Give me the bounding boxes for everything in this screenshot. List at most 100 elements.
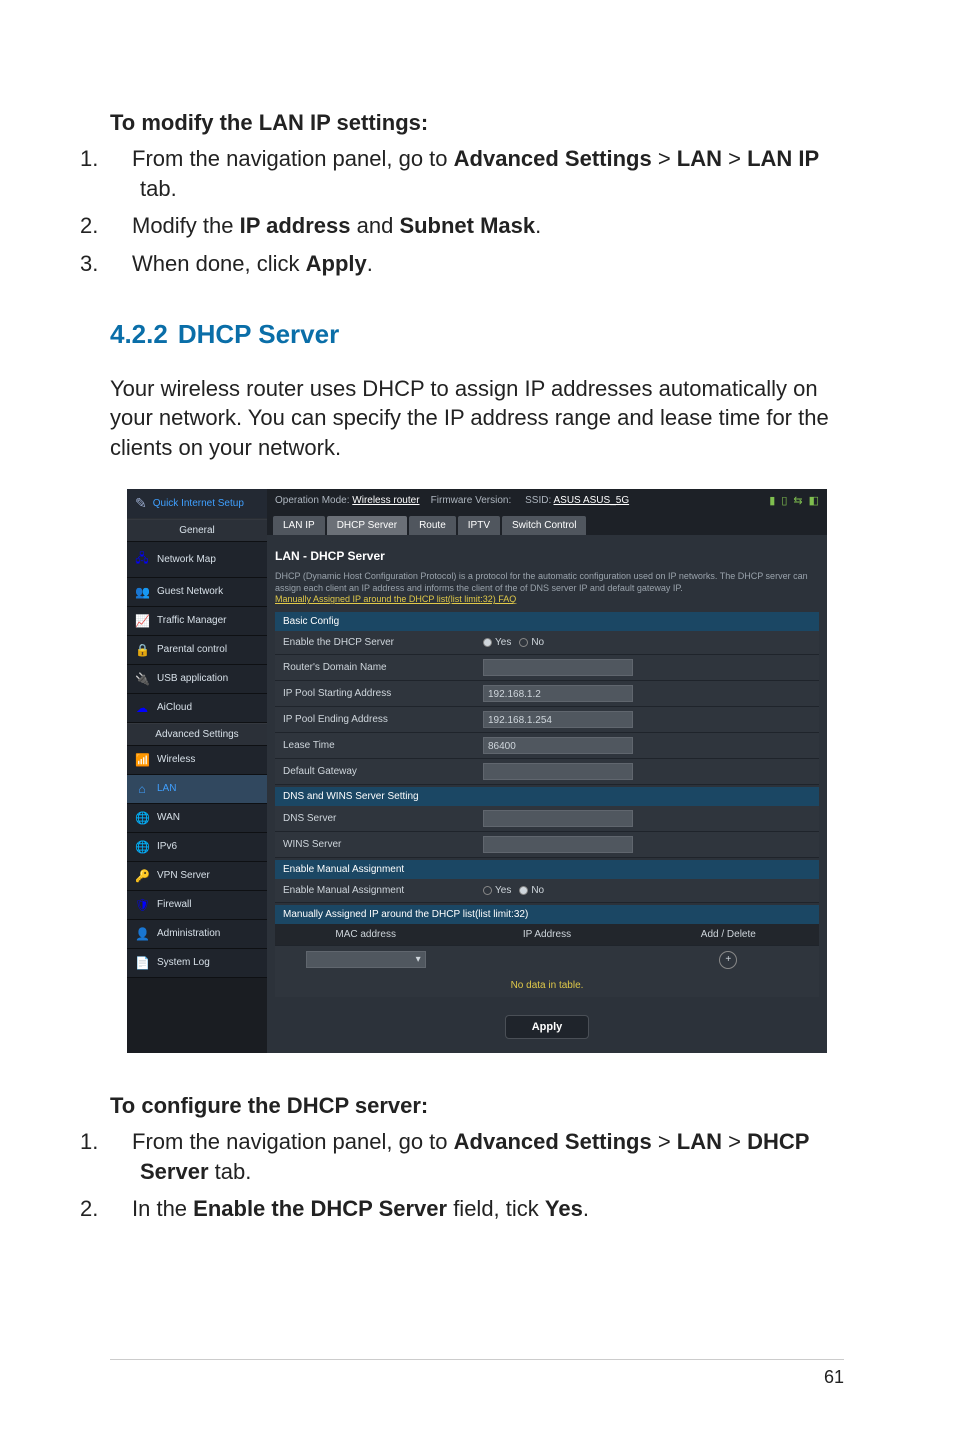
sidebar-label: Wireless	[157, 754, 195, 765]
row-label: IP Pool Ending Address	[275, 708, 475, 731]
sidebar-label: AiCloud	[157, 702, 192, 713]
desc-text: DHCP (Dynamic Host Configuration Protoco…	[275, 571, 808, 593]
radio-dot	[483, 886, 492, 895]
step-text: tab.	[209, 1159, 252, 1184]
table-columns: MAC address IP Address Add / Delete	[275, 924, 819, 945]
network-icon[interactable]: ⇆	[793, 494, 802, 507]
sidebar-icon: 🛡	[135, 898, 149, 912]
sidebar-item[interactable]: ☁AiCloud	[127, 694, 267, 723]
panel: LAN - DHCP Server DHCP (Dynamic Host Con…	[267, 535, 827, 1005]
sidebar-label: Network Map	[157, 554, 216, 565]
sidebar-label: Administration	[157, 928, 220, 939]
radio-dot	[519, 886, 528, 895]
text-input[interactable]: 192.168.1.254	[483, 711, 633, 728]
radio-label: No	[531, 637, 544, 648]
fw-label: Firmware Version:	[431, 495, 512, 506]
tab[interactable]: IPTV	[458, 516, 500, 535]
ssid-value[interactable]: ASUS ASUS_5G	[554, 495, 630, 506]
tab[interactable]: Switch Control	[502, 516, 586, 535]
step-bold: LAN	[677, 146, 722, 171]
table-input-row: ▾ +	[275, 945, 819, 974]
radio-option[interactable]: No	[519, 637, 544, 648]
text-input[interactable]	[483, 810, 633, 827]
sidebar-item[interactable]: 👥Guest Network	[127, 578, 267, 607]
row-value: Yes No	[475, 881, 819, 900]
config-row: Router's Domain Name	[275, 655, 819, 681]
signal-icon[interactable]: ▮	[769, 494, 775, 507]
radio-option[interactable]: Yes	[483, 637, 511, 648]
sidebar-icon: 🔑	[135, 869, 149, 883]
sidebar-item[interactable]: 📄System Log	[127, 949, 267, 978]
text-input[interactable]: 192.168.1.2	[483, 685, 633, 702]
config-row: Default Gateway	[275, 759, 819, 785]
row-value: 192.168.1.2	[475, 681, 819, 706]
step-text: .	[535, 213, 541, 238]
sidebar-item[interactable]: 🌐IPv6	[127, 833, 267, 862]
sidebar-icon: 🌐	[135, 840, 149, 854]
sidebar-item[interactable]: 🔌 USB application	[127, 665, 267, 694]
text-input[interactable]: 86400	[483, 737, 633, 754]
quick-internet-setup[interactable]: ✎ Quick Internet Setup	[127, 489, 267, 519]
sidebar: ✎ Quick Internet Setup General 🖧Network …	[127, 489, 267, 1053]
sidebar-item[interactable]: 🛡 Firewall	[127, 891, 267, 920]
sidebar-item[interactable]: 🔒Parental control	[127, 636, 267, 665]
text-input[interactable]	[483, 763, 633, 780]
col-ip: IP Address	[456, 924, 637, 945]
sidebar-item[interactable]: ⌂LAN	[127, 775, 267, 804]
sidebar-item[interactable]: 👤Administration	[127, 920, 267, 949]
tab[interactable]: LAN IP	[273, 516, 325, 535]
sidebar-label: LAN	[157, 783, 176, 794]
row-label: Router's Domain Name	[275, 656, 475, 679]
sidebar-item[interactable]: 🖧Network Map	[127, 542, 267, 578]
sidebar-item[interactable]: 📈Traffic Manager	[127, 607, 267, 636]
sidebar-item[interactable]: 🌐WAN	[127, 804, 267, 833]
radio-label: Yes	[495, 885, 511, 896]
step-number: 1.	[110, 1127, 132, 1157]
radio-option[interactable]: No	[519, 885, 544, 896]
step-bold: Yes	[545, 1196, 583, 1221]
lanip-heading: To modify the LAN IP settings:	[110, 110, 844, 136]
step-bold: Subnet Mask	[399, 213, 535, 238]
step-text: tab.	[140, 176, 177, 201]
radio-label: Yes	[495, 637, 511, 648]
row-value: 86400	[475, 733, 819, 758]
apply-wrap: Apply	[267, 1005, 827, 1053]
sidebar-item[interactable]: 🔑VPN Server	[127, 862, 267, 891]
qis-label: Quick Internet Setup	[153, 498, 244, 509]
text-input[interactable]	[483, 659, 633, 676]
text-input[interactable]	[483, 836, 633, 853]
row-value	[475, 655, 819, 680]
tab[interactable]: Route	[409, 516, 456, 535]
radio-option[interactable]: Yes	[483, 885, 511, 896]
row-value	[475, 832, 819, 857]
mode-label: Operation Mode:	[275, 495, 350, 506]
radio-label: No	[531, 885, 544, 896]
config-row: DNS Server	[275, 806, 819, 832]
row-value: 192.168.1.254	[475, 707, 819, 732]
apply-button[interactable]: Apply	[505, 1015, 590, 1039]
usb-icon[interactable]: ▯	[781, 494, 787, 507]
router-screenshot: ✎ Quick Internet Setup General 🖧Network …	[127, 489, 827, 1053]
sidebar-icon: 🌐	[135, 811, 149, 825]
desc-link[interactable]: Manually Assigned IP around the DHCP lis…	[275, 594, 516, 604]
radio-dot	[483, 638, 492, 647]
sidebar-item[interactable]: 📶Wireless	[127, 746, 267, 775]
add-button[interactable]: +	[719, 951, 737, 969]
sidebar-icon: 👥	[135, 585, 149, 599]
status-icon[interactable]: ◧	[809, 494, 819, 507]
sidebar-icon: 🔌	[135, 672, 149, 686]
step-bold: Advanced Settings	[454, 1129, 652, 1154]
footer-rule	[110, 1359, 844, 1360]
step-text: From the navigation panel, go to	[132, 146, 454, 171]
ssid-label: SSID:	[525, 495, 551, 506]
tab[interactable]: DHCP Server	[327, 516, 407, 535]
sidebar-icon: 📈	[135, 614, 149, 628]
step-bold: Apply	[306, 251, 367, 276]
mac-select[interactable]: ▾	[306, 951, 426, 968]
sidebar-general-header: General	[127, 519, 267, 542]
sidebar-label: Firewall	[157, 899, 191, 910]
sidebar-label: USB application	[157, 673, 228, 684]
mode-value[interactable]: Wireless router	[352, 495, 419, 506]
topbar-icons: ▮ ▯ ⇆ ◧	[769, 494, 819, 507]
col-mac: MAC address	[275, 924, 456, 945]
